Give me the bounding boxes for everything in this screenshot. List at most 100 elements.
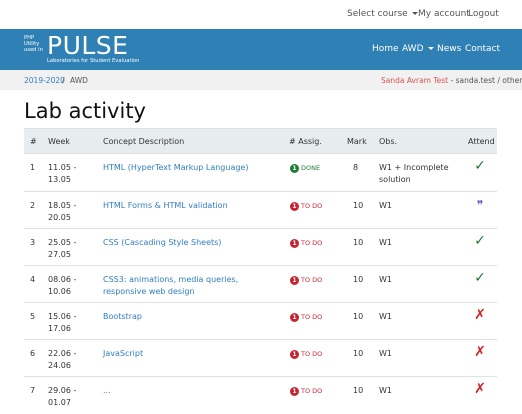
assignment-count-badge: 1 — [290, 201, 299, 211]
row-obs: W1 — [379, 349, 392, 358]
header-assig: # Assig. — [289, 137, 322, 146]
row-mark: 10 — [353, 238, 364, 247]
main-navbar: PHP Utility used in PULSE Laboratories f… — [0, 29, 522, 70]
status-label: TO DO — [301, 350, 323, 358]
row-mark: 10 — [353, 349, 364, 358]
user-info: Sanda Avram Test - sanda.test / others — [381, 76, 522, 85]
row-concept-link[interactable]: CSS3: animations, media queries, respons… — [103, 274, 278, 298]
assignment-count-badge: 1 — [290, 275, 299, 285]
row-concept-link[interactable]: JavaScript — [103, 348, 278, 360]
select-course-dropdown[interactable]: Select course — [347, 9, 418, 19]
status-label: TO DO — [301, 202, 323, 210]
table-row: 7 29.06 - 01.07... 1 TO DO 10 W1 ✗ — [24, 376, 497, 413]
row-week: 08.06 - 10.06 — [48, 275, 77, 296]
header-mark: Mark — [347, 137, 367, 146]
nav-news[interactable]: News — [437, 44, 461, 54]
table-header: # Week Concept Description # Assig. Mark… — [24, 128, 497, 153]
header-concept: Concept Description — [103, 137, 185, 146]
breadcrumb-year[interactable]: 2019-2020 — [24, 76, 65, 85]
status-label: TO DO — [301, 239, 323, 247]
assignment-status[interactable]: 1 TO DO — [290, 348, 322, 361]
row-num: 5 — [30, 312, 36, 321]
assignment-count-badge: 1 — [290, 349, 299, 359]
table-row: 4 08.06 - 10.06 CSS3: animations, media qu… — [24, 265, 497, 302]
table-row: 2 18.05 - 20.05 HTML Forms & HTML validati… — [24, 191, 497, 228]
assignment-status[interactable]: 1 TO DO — [290, 385, 322, 398]
table-row: 5 15.06 - 17.06 Bootstrap 1 TO DO 10 W1 ✗ — [24, 302, 497, 339]
brand-logo-text[interactable]: PHP Utility used in — [24, 35, 43, 53]
check-icon: ✓ — [474, 233, 486, 249]
row-num: 2 — [30, 201, 36, 210]
nav-awd-dropdown[interactable]: AWD — [402, 44, 434, 54]
table-row: 6 22.06 - 24.06 JavaScript 1 TO DO 10 W1 ✗ — [24, 339, 497, 376]
cross-icon: ✗ — [474, 307, 486, 323]
row-num: 3 — [30, 238, 36, 247]
row-week: 15.06 - 17.06 — [48, 312, 77, 333]
page-title: Lab activity — [24, 99, 146, 123]
assignment-count-badge: 1 — [290, 386, 299, 396]
top-bar: Select course My account Logout — [0, 0, 522, 29]
breadcrumb-separator: / — [62, 76, 65, 85]
assignment-count-badge: 1 — [290, 238, 299, 248]
quote-icon: ❞ — [476, 198, 484, 212]
assignment-status[interactable]: 1 TO DO — [290, 237, 322, 250]
row-mark: 10 — [353, 201, 364, 210]
assignment-status[interactable]: 1 TO DO — [290, 274, 322, 287]
check-icon: ✓ — [474, 158, 486, 174]
row-concept-link[interactable]: CSS (Cascading Style Sheets) — [103, 237, 278, 249]
row-obs: W1 — [379, 386, 392, 395]
row-num: 4 — [30, 275, 36, 284]
row-num: 1 — [30, 163, 36, 172]
nav-contact[interactable]: Contact — [465, 44, 500, 54]
header-num: # — [30, 137, 37, 146]
row-mark: 10 — [353, 386, 364, 395]
cross-icon: ✗ — [474, 344, 486, 360]
row-obs: W1 — [379, 312, 392, 321]
assignment-count-badge: 1 — [290, 163, 299, 173]
user-name: Sanda Avram Test — [381, 76, 449, 85]
user-details: - sanda.test / others — [448, 76, 522, 85]
row-concept-link[interactable]: ... — [103, 385, 278, 397]
row-obs: W1 — [379, 238, 392, 247]
breadcrumb: 2019-2020 / AWD Sanda Avram Test - sanda… — [0, 70, 522, 90]
row-concept-link[interactable]: Bootstrap — [103, 311, 278, 323]
nav-home[interactable]: Home — [372, 44, 399, 54]
my-account-link[interactable]: My account — [418, 9, 470, 19]
row-concept-link[interactable]: HTML (HyperText Markup Language) — [103, 162, 278, 174]
row-num: 6 — [30, 349, 36, 358]
header-week: Week — [48, 137, 70, 146]
check-icon: ✓ — [474, 270, 486, 286]
cross-icon: ✗ — [474, 381, 486, 397]
brand-subtitle: Laboratories for Student Evaluation — [47, 58, 140, 64]
table-row: 3 25.05 - 27.05 CSS (Cascading Style Sheet… — [24, 228, 497, 265]
brand-logo[interactable]: PULSE — [47, 33, 128, 58]
table-row: 1 11.05 - 13.05 HTML (HyperText Markup Lan… — [24, 153, 497, 190]
row-week: 25.05 - 27.05 — [48, 238, 77, 259]
row-week: 18.05 - 20.05 — [48, 201, 77, 222]
status-label: TO DO — [301, 313, 323, 321]
chevron-down-icon — [427, 47, 434, 50]
header-attend: Attend — [468, 137, 495, 146]
header-obs: Obs. — [379, 137, 398, 146]
assignment-count-badge: 1 — [290, 312, 299, 322]
row-obs: W1 — [379, 201, 392, 210]
row-concept-link[interactable]: HTML Forms & HTML validation — [103, 200, 278, 212]
breadcrumb-course: AWD — [70, 76, 88, 85]
assignment-status[interactable]: 1 TO DO — [290, 311, 322, 324]
logout-link[interactable]: Logout — [468, 9, 499, 19]
row-mark: 10 — [353, 275, 364, 284]
row-week: 11.05 - 13.05 — [48, 163, 77, 184]
row-week: 22.06 - 24.06 — [48, 349, 77, 370]
row-num: 7 — [30, 386, 36, 395]
status-label: TO DO — [301, 276, 323, 284]
assignment-status[interactable]: 1 TO DO — [290, 200, 322, 213]
status-label: TO DO — [301, 387, 323, 395]
status-label: DONE — [301, 164, 321, 172]
chevron-down-icon — [411, 12, 418, 15]
row-week: 29.06 - 01.07 — [48, 386, 77, 407]
assignment-status[interactable]: 1 DONE — [290, 162, 320, 175]
row-obs: W1 + Incomplete solution — [379, 163, 449, 184]
row-mark: 10 — [353, 312, 364, 321]
row-obs: W1 — [379, 275, 392, 284]
row-mark: 8 — [353, 163, 359, 172]
